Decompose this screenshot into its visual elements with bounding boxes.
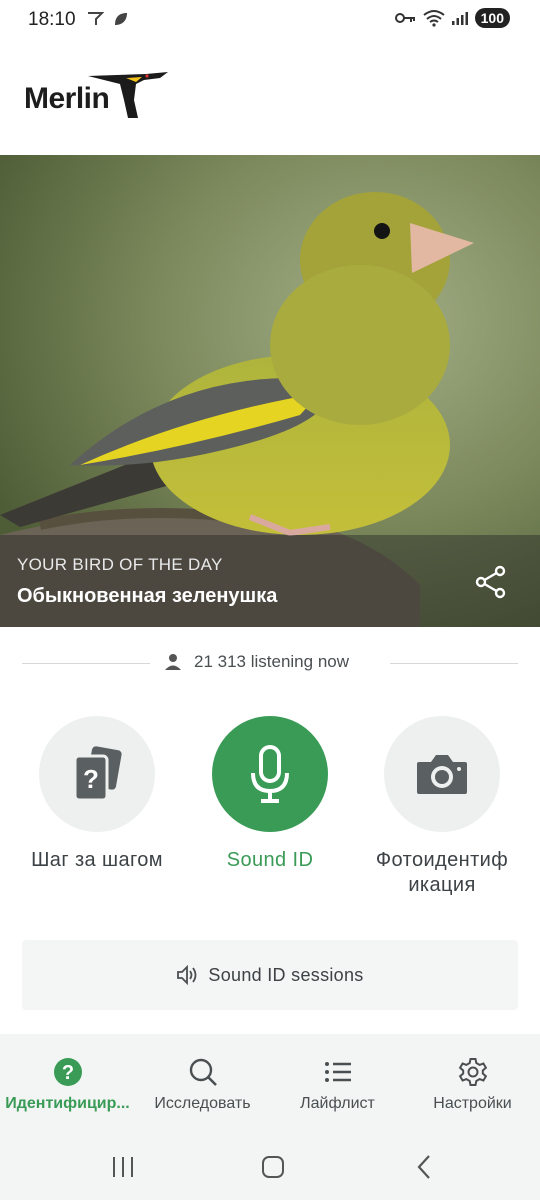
recent-apps-icon[interactable] <box>108 1152 138 1182</box>
microphone-icon <box>251 745 289 803</box>
nav-settings[interactable]: Настройки <box>405 1034 540 1132</box>
photo-id-circle[interactable] <box>384 716 500 832</box>
photo-id-button[interactable]: Фотоидентиф икация <box>357 716 527 898</box>
sound-id-sessions-button[interactable]: Sound ID sessions <box>22 940 518 1010</box>
listening-count: 21 313 listening now <box>194 652 350 671</box>
camera-icon <box>417 755 467 794</box>
sound-id-sessions-label: Sound ID sessions <box>208 964 364 985</box>
bird-of-day-card[interactable]: YOUR BIRD OF THE DAY Обыкновенная зелену… <box>0 155 540 627</box>
step-by-step-button[interactable]: ? Шаг за шагом <box>12 716 182 873</box>
svg-text:?: ? <box>61 1062 73 1084</box>
status-notification-icons <box>86 10 130 28</box>
divider-right <box>390 663 518 664</box>
cell-signal-icon <box>451 12 468 25</box>
battery-indicator: 100 <box>474 8 510 28</box>
question-cards-icon: ? <box>73 746 122 802</box>
nav-settings-label: Настройки <box>433 1095 512 1112</box>
help-circle-icon: ? <box>53 1058 82 1086</box>
gear-icon <box>458 1058 487 1086</box>
nav-explore-label: Исследовать <box>154 1095 251 1112</box>
status-time: 18:10 <box>28 9 76 30</box>
back-icon[interactable] <box>410 1152 440 1182</box>
status-bar: 18:10 100 <box>0 0 540 40</box>
nav-explore[interactable]: Исследовать <box>135 1034 270 1132</box>
bird-of-day-name: Обыкновенная зеленушка <box>17 585 278 607</box>
nav-identify-label: Идентифицир... <box>5 1095 130 1112</box>
sound-id-button[interactable]: Sound ID <box>185 716 355 873</box>
system-navigation-bar <box>0 1132 540 1200</box>
status-right: 100 <box>394 8 510 28</box>
app-header: Merlin <box>0 40 540 155</box>
photo-id-label: Фотоидентиф икация <box>375 849 509 896</box>
nav-lifelist-label: Лайфлист <box>300 1095 375 1112</box>
listening-now: 21 313 listening now <box>164 652 349 672</box>
wifi-icon <box>423 10 445 27</box>
merlin-logo-bird-icon <box>88 72 168 118</box>
sound-id-circle[interactable] <box>212 716 328 832</box>
list-icon <box>324 1062 351 1082</box>
bottom-navigation: ? Идентифицир... Исследовать Лайфлист На… <box>0 1034 540 1132</box>
speaker-icon <box>177 965 197 985</box>
share-icon[interactable] <box>474 565 508 599</box>
nav-lifelist[interactable]: Лайфлист <box>270 1034 405 1132</box>
home-icon[interactable] <box>258 1152 288 1182</box>
bird-of-day-kicker: YOUR BIRD OF THE DAY <box>17 555 223 574</box>
step-by-step-label: Шаг за шагом <box>31 849 163 871</box>
sound-id-label: Sound ID <box>226 849 314 871</box>
person-icon <box>165 654 181 670</box>
leaf-icon <box>115 13 127 25</box>
listening-now-row: 21 313 listening now <box>22 648 518 680</box>
nav-identify[interactable]: ? Идентифицир... <box>0 1034 135 1132</box>
search-icon <box>189 1058 217 1086</box>
step-by-step-circle[interactable]: ? <box>39 716 155 832</box>
signal-arrow-icon <box>88 12 104 25</box>
svg-text:?: ? <box>83 764 99 794</box>
divider-left <box>22 663 150 664</box>
key-icon <box>394 13 415 23</box>
bird-of-day-caption: YOUR BIRD OF THE DAY Обыкновенная зелену… <box>0 535 540 627</box>
